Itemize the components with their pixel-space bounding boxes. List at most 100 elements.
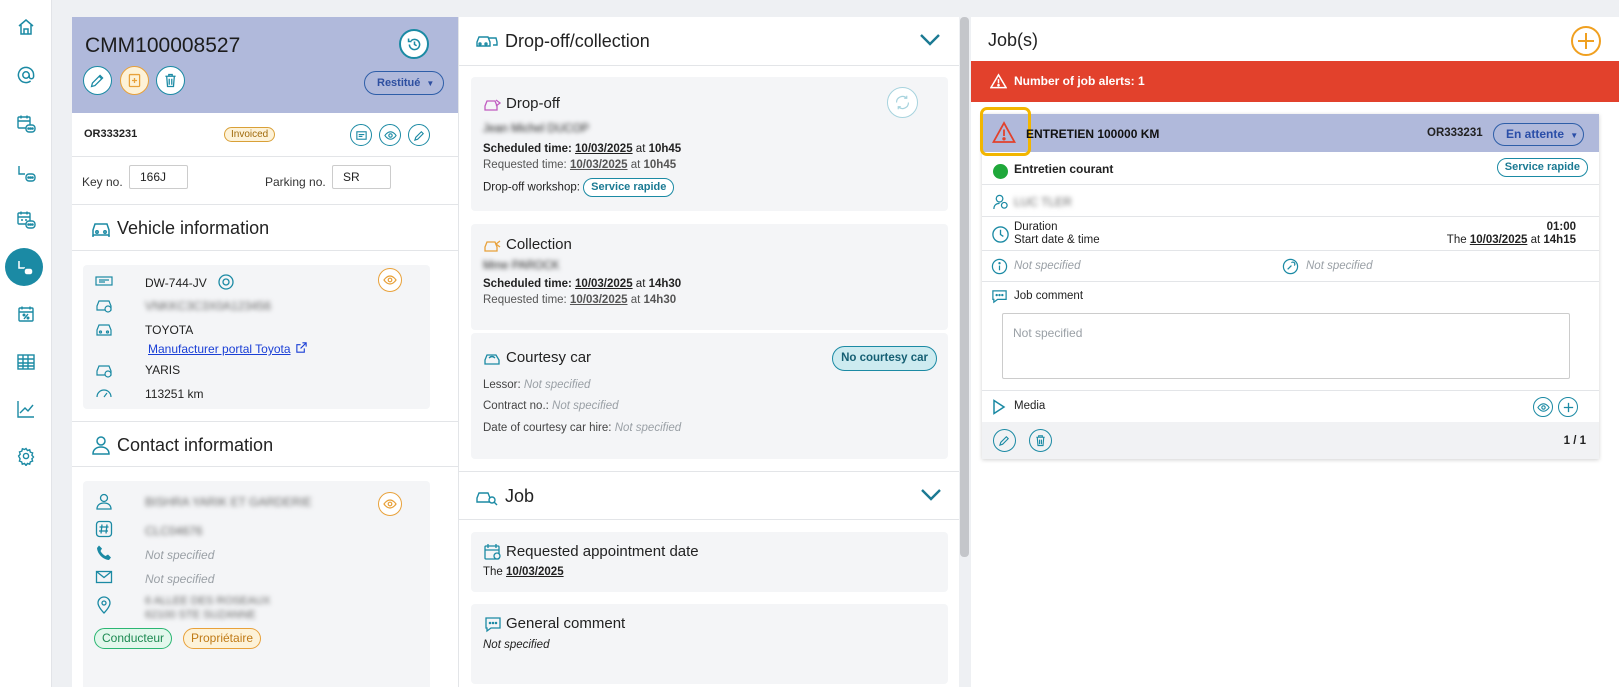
dropoff-title: Drop-off: [506, 95, 560, 112]
hash-icon: [95, 520, 115, 538]
job-section-header[interactable]: Job: [459, 471, 959, 520]
car-swap-button[interactable]: [887, 87, 918, 118]
play-icon: [993, 399, 1006, 415]
dropoff-requested: Requested time: 10/03/2025 at 10h45: [483, 159, 677, 171]
general-comment-title: General comment: [506, 615, 626, 632]
job-edit-button[interactable]: [993, 429, 1016, 452]
phone-icon: [95, 544, 115, 562]
planning-chat-icon[interactable]: [6, 104, 46, 144]
wrench-icon: [1282, 258, 1299, 275]
job-title: ENTRETIEN 100000 KM: [1026, 127, 1160, 141]
duration-row: Duration Start date & time 01:00 The 10/…: [982, 217, 1599, 251]
order-header: CMM100008527 Restitué ▼: [72, 17, 458, 113]
home-icon[interactable]: [6, 7, 46, 47]
left-panel: CMM100008527 Restitué ▼ OR333231 Invoiced: [72, 17, 458, 687]
key-input[interactable]: 166J: [129, 165, 188, 189]
view-button[interactable]: [379, 124, 401, 146]
external-link-icon[interactable]: [295, 341, 309, 355]
job-delete-button[interactable]: [1029, 429, 1052, 452]
no-courtesy-badge[interactable]: No courtesy car: [832, 346, 937, 371]
contact-name: BISHRA YARIK ET GARDERIE: [145, 495, 312, 509]
media-label: Media: [1014, 400, 1046, 412]
vehicle-section-title: Vehicle information: [117, 218, 270, 238]
history-button[interactable]: [399, 29, 429, 59]
person-icon: [90, 434, 112, 456]
pagination: 1 / 1: [1563, 435, 1586, 447]
parking-label: Parking no.: [265, 175, 326, 189]
car-icon: [90, 217, 112, 239]
plate-icon: [95, 272, 115, 290]
owner-tag: Propriétaire: [183, 628, 262, 649]
edit-button[interactable]: [83, 66, 112, 95]
job-comment-label: Job comment: [1014, 290, 1084, 302]
media-add-button[interactable]: [1558, 397, 1578, 417]
workflow-chat-icon[interactable]: [6, 153, 46, 193]
general-comment-value: Not specified: [483, 639, 550, 651]
job-card-footer: 1 / 1: [982, 422, 1599, 459]
email: Not specified: [145, 572, 215, 586]
calendar-chat-icon[interactable]: [6, 200, 46, 240]
status-select[interactable]: Restitué ▼: [364, 71, 444, 95]
start-value: The 10/03/2025 at 14h15: [1446, 234, 1576, 246]
collection-title: Collection: [506, 236, 572, 253]
contact-view-button[interactable]: [378, 492, 402, 516]
general-comment-card: General comment Not specified: [471, 604, 948, 684]
copy-add-button[interactable]: [120, 66, 149, 95]
contact-card: BISHRA YARIK ET GARDERIE CLC04676 Not sp…: [83, 481, 430, 687]
info-icon: [991, 258, 1008, 275]
collection-scheduled: Scheduled time: 10/03/2025 at 14h30: [483, 278, 682, 290]
contact-section-title: Contact information: [117, 435, 274, 455]
job-section-title: Job: [505, 486, 535, 506]
scrollbar[interactable]: [960, 17, 969, 557]
car-model-icon: [95, 361, 115, 379]
lessor-row: Lessor: Not specified: [483, 379, 591, 391]
at-sign-icon[interactable]: [6, 55, 46, 95]
workshop-active-icon[interactable]: [5, 248, 43, 286]
job-alert-text: Number of job alerts: 1: [1014, 74, 1145, 88]
vehicle-section-header: Vehicle information: [72, 205, 458, 251]
clock-icon: [992, 226, 1009, 243]
table-icon[interactable]: [6, 342, 46, 382]
appointment-card: Requested appointment date The 10/03/202…: [471, 532, 948, 592]
right-panel: Job(s) Number of job alerts: 1 ENTRETIEN…: [971, 17, 1619, 687]
delete-button[interactable]: [156, 66, 185, 95]
car-brand-icon: [95, 320, 115, 338]
info-row: Not specified Not specified: [982, 251, 1599, 282]
or-id: OR333231: [84, 128, 138, 140]
hire-row: Date of courtesy car hire: Not specified: [483, 422, 682, 434]
plate-number: DW-744-JV: [145, 276, 207, 290]
invoice-doc-button[interactable]: [350, 124, 372, 146]
envelope-icon: [95, 568, 115, 586]
edit-or-button[interactable]: [408, 124, 430, 146]
parking-input[interactable]: SR: [332, 165, 391, 189]
workshop-badge: Service rapide: [583, 178, 675, 197]
duration-value: 01:00: [1546, 221, 1576, 233]
chevron-down-icon[interactable]: [920, 488, 942, 502]
job-status-select[interactable]: En attente ▼: [1493, 123, 1584, 146]
chart-line-icon[interactable]: [6, 389, 46, 429]
warning-icon: [990, 73, 1007, 89]
job-card-header: ENTRETIEN 100000 KM OR333231 En attente …: [980, 107, 1599, 156]
job-type: Entretien courant: [1014, 162, 1114, 176]
start-label: Start date & time: [1014, 234, 1100, 246]
collection-card: Collection Mme PAROCK Scheduled time: 10…: [471, 224, 948, 330]
dropoff-section-header[interactable]: Drop-off/collection: [459, 17, 959, 66]
key-label: Key no.: [82, 175, 123, 189]
appointment-date: The 10/03/2025: [483, 566, 564, 578]
page-title: CMM100008527: [85, 34, 241, 57]
sidebar: [0, 0, 52, 687]
vehicle-search-icon[interactable]: [217, 273, 234, 290]
address-line2: 62100 STE SUZANNE: [145, 609, 256, 621]
calendar-percent-icon[interactable]: [6, 294, 46, 334]
vehicle-view-button[interactable]: [378, 268, 402, 292]
job-comment-textarea[interactable]: Not specified: [1002, 313, 1570, 379]
collection-car-icon: [483, 236, 503, 254]
gear-icon[interactable]: [6, 436, 46, 476]
chevron-down-icon[interactable]: [919, 33, 941, 47]
vin-icon: [95, 296, 115, 314]
manufacturer-portal-link[interactable]: Manufacturer portal Toyota: [148, 342, 291, 356]
media-view-button[interactable]: [1533, 397, 1553, 417]
add-job-button[interactable]: [1570, 25, 1602, 57]
person-icon: [95, 492, 115, 510]
collection-person: Mme PAROCK: [483, 260, 560, 272]
